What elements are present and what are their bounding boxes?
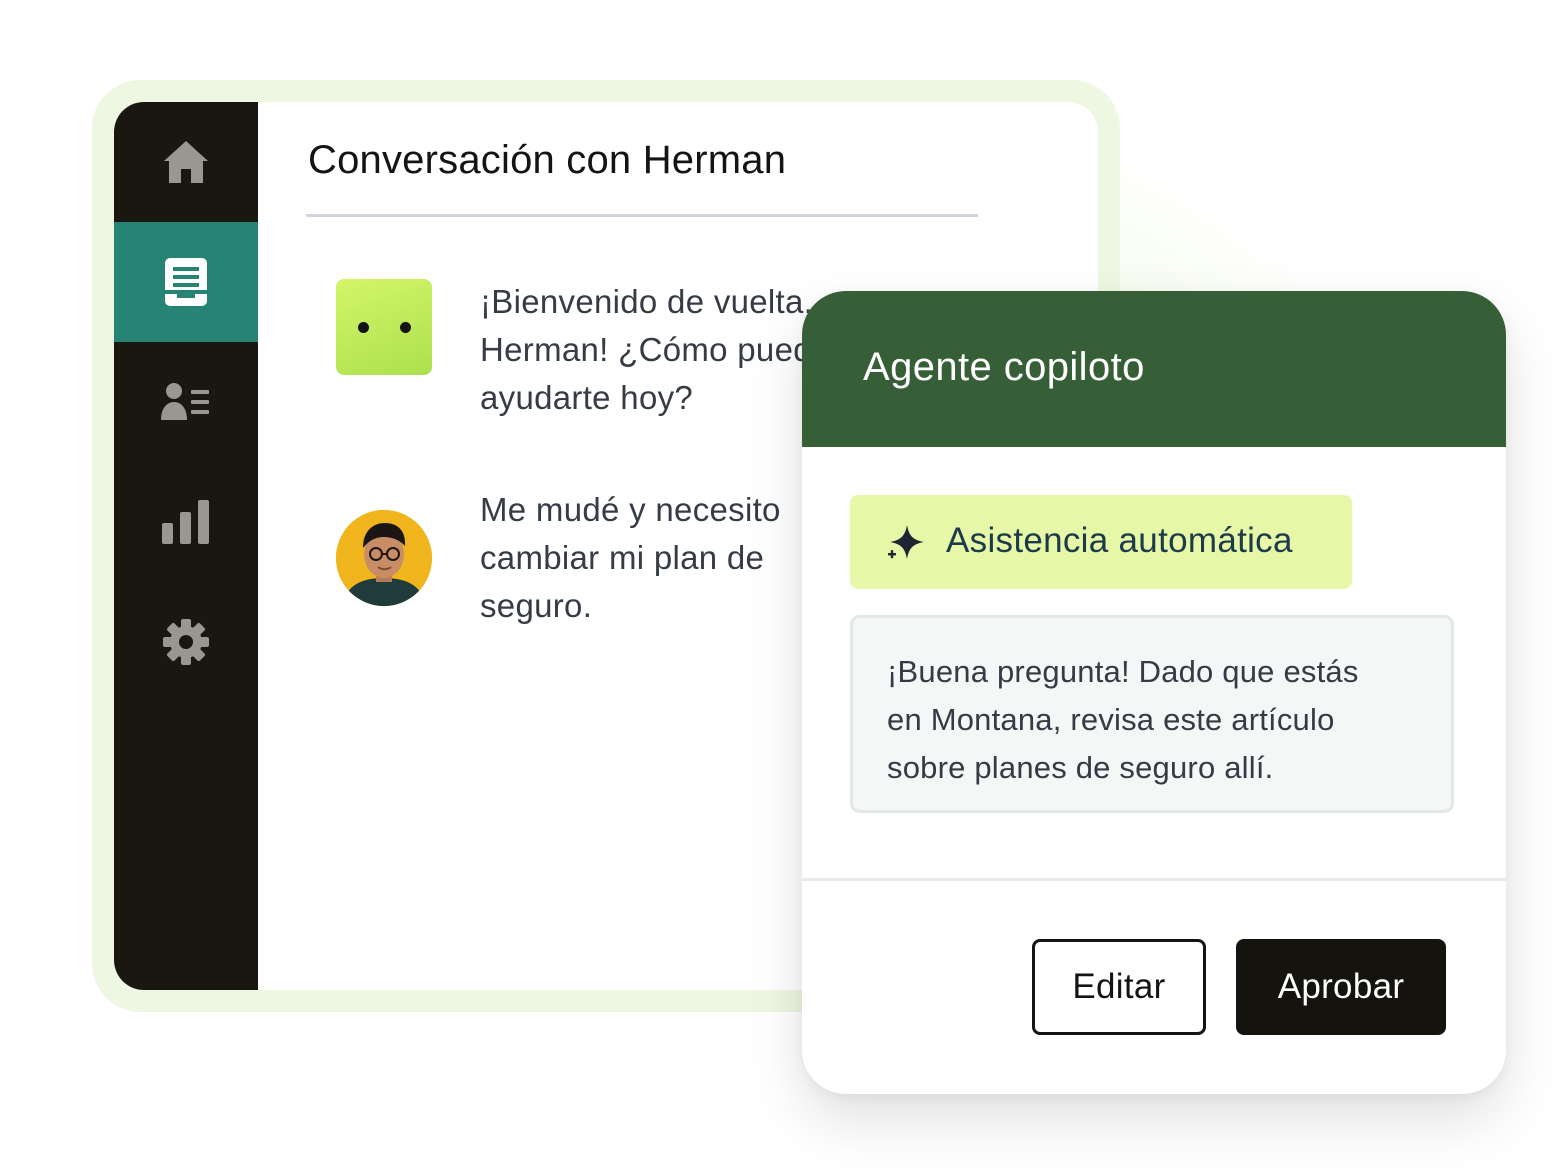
bot-message-line: Herman! ¿Cómo puedo bbox=[480, 331, 831, 368]
copilot-title: Agente copiloto bbox=[863, 345, 1145, 389]
auto-assist-label: Asistencia automática bbox=[946, 521, 1293, 560]
sidebar-item-settings[interactable] bbox=[114, 582, 258, 702]
reports-icon bbox=[161, 499, 211, 545]
settings-icon bbox=[162, 618, 210, 666]
home-icon bbox=[162, 138, 210, 186]
suggested-reply-line: ¡Buena pregunta! Dado que estás bbox=[887, 654, 1359, 689]
sidebar bbox=[114, 102, 258, 990]
inbox-icon bbox=[164, 257, 208, 307]
sidebar-item-inbox[interactable] bbox=[114, 222, 258, 342]
suggested-reply-text: ¡Buena pregunta! Dado que estás en Monta… bbox=[887, 648, 1447, 792]
footer-divider bbox=[802, 878, 1506, 881]
user-message-line: seguro. bbox=[480, 587, 593, 624]
copilot-panel: Agente copiloto Asistencia automática ¡B… bbox=[802, 291, 1506, 1094]
sidebar-item-reports[interactable] bbox=[114, 462, 258, 582]
bot-eye-right bbox=[400, 322, 411, 333]
conversation-title: Conversación con Herman bbox=[308, 138, 787, 182]
approve-button[interactable]: Aprobar bbox=[1236, 939, 1446, 1035]
user-message-line: cambiar mi plan de bbox=[480, 539, 765, 576]
stage: Conversación con Herman ¡Bienvenido de v… bbox=[0, 0, 1566, 1175]
sidebar-item-home[interactable] bbox=[114, 102, 258, 222]
suggested-reply-line: en Montana, revisa este artículo bbox=[887, 702, 1335, 737]
suggested-reply-line: sobre planes de seguro allí. bbox=[887, 750, 1274, 785]
suggested-reply: ¡Buena pregunta! Dado que estás en Monta… bbox=[850, 615, 1454, 813]
contacts-icon bbox=[161, 382, 211, 422]
edit-button[interactable]: Editar bbox=[1032, 939, 1206, 1035]
bot-message-line: ¡Bienvenido de vuelta, bbox=[480, 283, 814, 320]
user-avatar bbox=[336, 510, 432, 606]
bot-avatar bbox=[336, 279, 432, 375]
sidebar-item-contacts[interactable] bbox=[114, 342, 258, 462]
copilot-header: Agente copiloto bbox=[802, 291, 1506, 447]
title-divider bbox=[306, 214, 978, 217]
bot-message-line: ayudarte hoy? bbox=[480, 379, 694, 416]
sparkle-icon bbox=[886, 523, 926, 568]
auto-assist-button[interactable]: Asistencia automática bbox=[850, 495, 1352, 589]
bot-eye-left bbox=[358, 322, 369, 333]
user-message-line: Me mudé y necesito bbox=[480, 491, 781, 528]
